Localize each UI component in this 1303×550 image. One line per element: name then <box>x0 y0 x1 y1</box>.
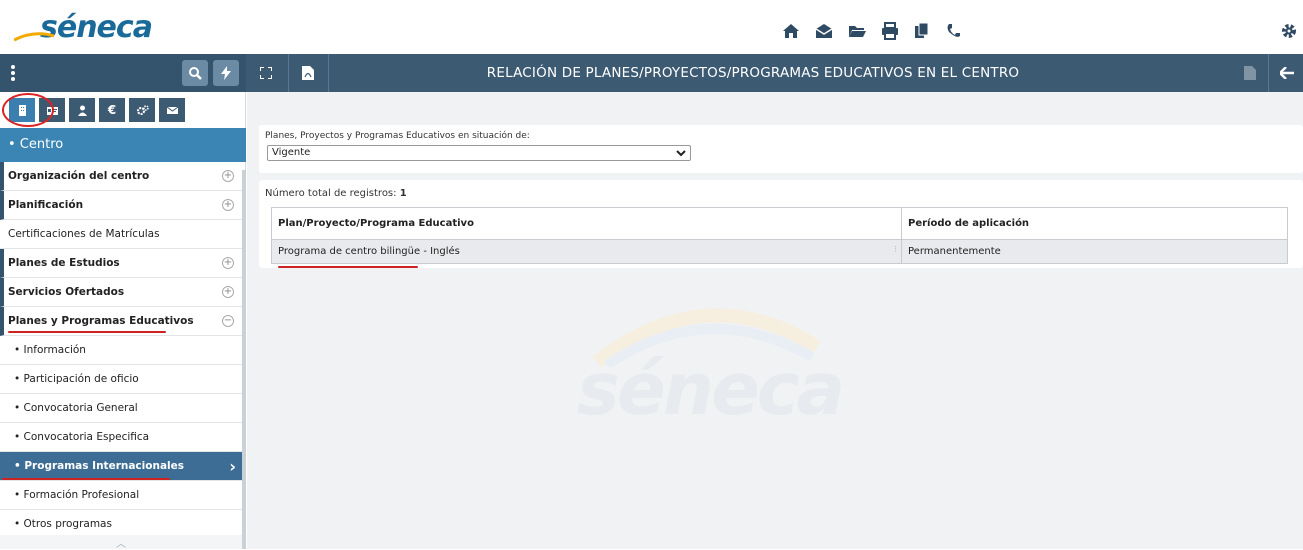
sidebar-item-label: • Información <box>14 344 86 356</box>
envelope-icon[interactable] <box>158 97 186 123</box>
expand-plus-icon[interactable]: + <box>222 199 234 211</box>
sidebar-item-label: • Formación Profesional <box>14 489 140 501</box>
sidebar-item-planificacion[interactable]: Planificación + <box>0 191 242 220</box>
sidebar-item-label: Planes y Programas Educativos <box>8 315 194 327</box>
sidebar-item-planes-programas[interactable]: Planes y Programas Educativos − <box>0 307 242 336</box>
search-icon[interactable] <box>182 60 208 86</box>
filter-panel: Planes, Proyectos y Programas Educativos… <box>259 125 1303 173</box>
back-arrow-icon[interactable] <box>1277 60 1297 86</box>
sidebar-item-label: • Convocatoria Especifica <box>14 431 150 443</box>
filter-label: Planes, Proyectos y Programas Educativos… <box>265 131 530 141</box>
sidebar-item-servicios[interactable]: Servicios Ofertados + <box>0 278 242 307</box>
sidebar-subitem-informacion[interactable]: • Información <box>0 336 242 365</box>
sidebar-subitem-formacion-profesional[interactable]: • Formación Profesional <box>0 481 242 510</box>
expand-plus-icon[interactable]: + <box>222 286 234 298</box>
top-bar: séneca <box>0 0 1303 54</box>
sidebar: € • Centro Organización del centro + Pla… <box>0 92 246 550</box>
status-select-value: Vigente <box>272 147 311 158</box>
red-underline-annotation <box>8 331 166 333</box>
sidebar-item-label: • Convocatoria General <box>14 402 138 414</box>
section-centro: • Centro <box>0 128 246 162</box>
collapse-minus-icon[interactable]: − <box>222 315 234 327</box>
red-circle-annotation <box>2 93 54 127</box>
seneca-logo[interactable]: séneca <box>14 10 153 45</box>
status-select[interactable]: Vigente <box>267 145 691 161</box>
scroll-up-chevron-icon[interactable]: ︿ <box>0 535 242 550</box>
lightning-icon[interactable] <box>213 60 239 86</box>
sidebar-subitem-participacion[interactable]: • Participación de oficio <box>0 365 242 394</box>
table-row[interactable]: Programa de centro bilingüe - Inglés ⁝ P… <box>271 239 1288 268</box>
sidebar-item-label: Organización del centro <box>8 170 150 182</box>
euro-icon[interactable]: € <box>98 97 126 123</box>
watermark-logo: séneca <box>577 347 845 431</box>
column-resize-handle[interactable]: ⁝ <box>894 245 897 255</box>
column-header-periodo[interactable]: Período de aplicación <box>901 207 1288 240</box>
sidebar-item-label: • Otros programas <box>14 518 112 530</box>
header-divider <box>288 54 289 92</box>
sidebar-item-label: Planificación <box>8 199 84 211</box>
results-table: Plan/Proyecto/Programa Educativo Período… <box>271 207 1288 268</box>
main-content: séneca Planes, Proyectos y Programas Edu… <box>247 92 1303 549</box>
document-disabled-icon <box>1240 60 1260 86</box>
home-icon[interactable] <box>780 20 802 42</box>
logo-swoosh-icon <box>14 32 54 42</box>
chevron-down-icon <box>676 146 686 165</box>
sidebar-item-certificaciones[interactable]: Certificaciones de Matrículas <box>0 220 242 249</box>
record-count-label: Número total de registros: <box>265 188 397 199</box>
sidebar-item-label: Planes de Estudios <box>8 257 120 269</box>
settings-icon[interactable] <box>1278 20 1300 42</box>
gears-icon[interactable] <box>128 97 156 123</box>
table-header-row: Plan/Proyecto/Programa Educativo Período… <box>271 207 1288 240</box>
sidebar-subitem-convocatoria-general[interactable]: • Convocatoria General <box>0 394 242 423</box>
table-cell-periodo[interactable]: Permanentemente <box>901 239 1288 264</box>
sidebar-item-label: • Participación de oficio <box>14 373 139 385</box>
fullscreen-icon[interactable] <box>256 60 276 86</box>
results-panel: Número total de registros: 1 Plan/Proyec… <box>259 180 1303 268</box>
sidebar-menu: Organización del centro + Planificación … <box>0 162 242 539</box>
red-underline-annotation <box>2 478 170 480</box>
page-title: RELACIÓN DE PLANES/PROYECTOS/PROGRAMAS E… <box>486 65 1020 81</box>
print-icon[interactable] <box>879 20 901 42</box>
header-divider <box>328 54 329 92</box>
header-left <box>0 54 246 92</box>
copy-icon[interactable] <box>911 20 933 42</box>
sidebar-item-label: Certificaciones de Matrículas <box>8 228 160 240</box>
pdf-icon[interactable] <box>298 60 318 86</box>
expand-plus-icon[interactable]: + <box>222 257 234 269</box>
chevron-right-icon: › <box>229 457 236 476</box>
cell-plan-text: Programa de centro bilingüe - Inglés <box>278 246 460 257</box>
sidebar-item-label: Servicios Ofertados <box>8 286 125 298</box>
column-header-plan[interactable]: Plan/Proyecto/Programa Educativo <box>271 207 902 240</box>
sidebar-item-planes-estudios[interactable]: Planes de Estudios + <box>0 249 242 278</box>
vertical-dots-menu-icon[interactable] <box>8 60 18 86</box>
header-bar: RELACIÓN DE PLANES/PROYECTOS/PROGRAMAS E… <box>0 54 1303 92</box>
mail-icon[interactable] <box>813 20 835 42</box>
sidebar-item-organizacion[interactable]: Organización del centro + <box>0 162 242 191</box>
phone-icon[interactable] <box>943 20 965 42</box>
header-divider <box>1268 54 1269 92</box>
folder-icon[interactable] <box>846 20 868 42</box>
sidebar-subitem-convocatoria-especifica[interactable]: • Convocatoria Especifica <box>0 423 242 452</box>
red-underline-annotation <box>278 266 418 268</box>
expand-plus-icon[interactable]: + <box>222 170 234 182</box>
record-count: Número total de registros: 1 <box>265 188 407 199</box>
table-cell-plan[interactable]: Programa de centro bilingüe - Inglés ⁝ <box>271 239 902 268</box>
person-icon[interactable] <box>68 97 96 123</box>
record-count-value: 1 <box>399 188 407 199</box>
sidebar-item-label: • Programas Internacionales <box>14 460 184 472</box>
sidebar-scrollbar[interactable] <box>242 170 246 549</box>
sidebar-subitem-programas-internacionales[interactable]: • Programas Internacionales › <box>0 452 242 481</box>
